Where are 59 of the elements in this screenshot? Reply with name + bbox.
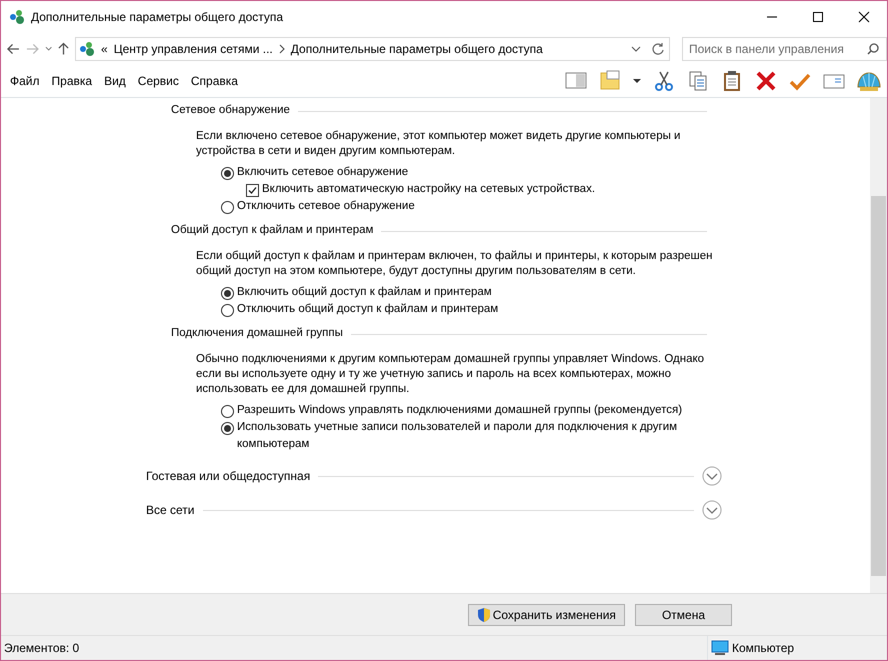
option-label: Включить сетевое обнаружение <box>237 165 408 180</box>
network-icon <box>79 41 96 57</box>
radio-button[interactable] <box>221 167 234 180</box>
save-button[interactable]: Сохранить изменения <box>468 604 625 626</box>
breadcrumb-item[interactable]: Центр управления сетями ... <box>114 40 273 58</box>
radio-button[interactable] <box>221 405 234 418</box>
menu-item[interactable]: Правка <box>46 72 98 90</box>
option-label: Включить общий доступ к файлам и принтерам <box>237 285 492 300</box>
window-title: Дополнительные параметры общего доступа <box>31 9 284 26</box>
checkbox[interactable] <box>246 184 259 197</box>
maximize-icon[interactable] <box>812 11 824 23</box>
network-icon <box>9 9 25 25</box>
radio-button[interactable] <box>221 304 234 317</box>
scrollbar-thumb[interactable] <box>871 196 886 576</box>
section-description: Если включено сетевое обнаружение, этот компьютер может видеть другие компьютеры и устройства в сети и виден другим компьютерам. <box>196 129 682 159</box>
clipboard-icon[interactable] <box>721 70 743 92</box>
option-label: Включить автоматическую настройку на сетевых устройствах. <box>262 182 596 197</box>
close-icon[interactable] <box>858 11 870 23</box>
section-description: Если общий доступ к файлам и принтерам включен, то файлы и принтеры, к которым разрешен общий доступ на этом компьютере, будут доступны другим пользователям в сети. <box>196 249 714 279</box>
zone-label: Компьютер <box>732 640 794 657</box>
radio-button[interactable] <box>221 287 234 300</box>
scissors-icon[interactable] <box>653 70 675 92</box>
dropdown-caret-icon[interactable] <box>631 46 641 52</box>
section-description: Обычно подключениями к другим компьютерам домашней группы управляет Windows. Однако если вы используете одну и ту же учетную запись и пароль на всех компьютерах, можно использовать ее для домашней группы. <box>196 352 706 397</box>
expand-icon[interactable] <box>702 500 722 520</box>
menu-item[interactable]: Файл <box>4 72 46 90</box>
shell-icon[interactable] <box>857 70 881 92</box>
radio-button[interactable] <box>221 422 234 435</box>
chevron-icon <box>278 44 285 54</box>
breadcrumb-item[interactable]: Дополнительные параметры общего доступа <box>290 40 543 58</box>
item-count: Элементов: 0 <box>3 640 80 657</box>
scrollbar[interactable] <box>870 98 887 593</box>
menu-item[interactable]: Справка <box>184 72 244 90</box>
section-heading: Общий доступ к файлам и принтерам <box>171 223 374 238</box>
address-field[interactable]: « Центр управления сетями ... Дополнительные параметры общего доступа <box>75 37 670 61</box>
option-label: Отключить сетевое обнаружение <box>237 199 415 214</box>
menu-item[interactable]: Сервис <box>132 72 185 90</box>
option-label: Отключить общий доступ к файлам и принтерам <box>237 302 498 317</box>
delete-icon[interactable] <box>755 70 777 92</box>
option-label: Использовать учетные записи пользователей и пароли для подключения к другим компьютерам <box>237 420 678 452</box>
profile-heading[interactable]: Все сети <box>146 501 194 519</box>
expand-icon[interactable] <box>702 466 722 486</box>
section-heading: Подключения домашней группы <box>171 326 343 342</box>
search-icon <box>867 43 879 55</box>
radio-button[interactable] <box>221 201 234 214</box>
folder-icon[interactable] <box>599 70 621 92</box>
menu-item[interactable]: Вид <box>98 72 132 90</box>
cancel-button[interactable]: Отмена <box>634 604 732 626</box>
monitor-icon <box>711 640 729 656</box>
search-field[interactable]: Поиск в панели управления <box>682 37 887 61</box>
breadcrumb-overflow[interactable]: « <box>101 40 108 58</box>
profile-heading[interactable]: Гостевая или общедоступная <box>146 467 310 485</box>
copy-icon[interactable] <box>687 70 709 92</box>
back-arrow-icon[interactable] <box>7 43 20 55</box>
shield-icon <box>476 606 491 622</box>
section-heading: Сетевое обнаружение <box>171 103 290 118</box>
option-label: Разрешить Windows управлять подключениями домашней группы (рекомендуется) <box>237 403 682 418</box>
refresh-icon[interactable] <box>651 42 665 56</box>
up-arrow-icon[interactable] <box>58 42 70 56</box>
